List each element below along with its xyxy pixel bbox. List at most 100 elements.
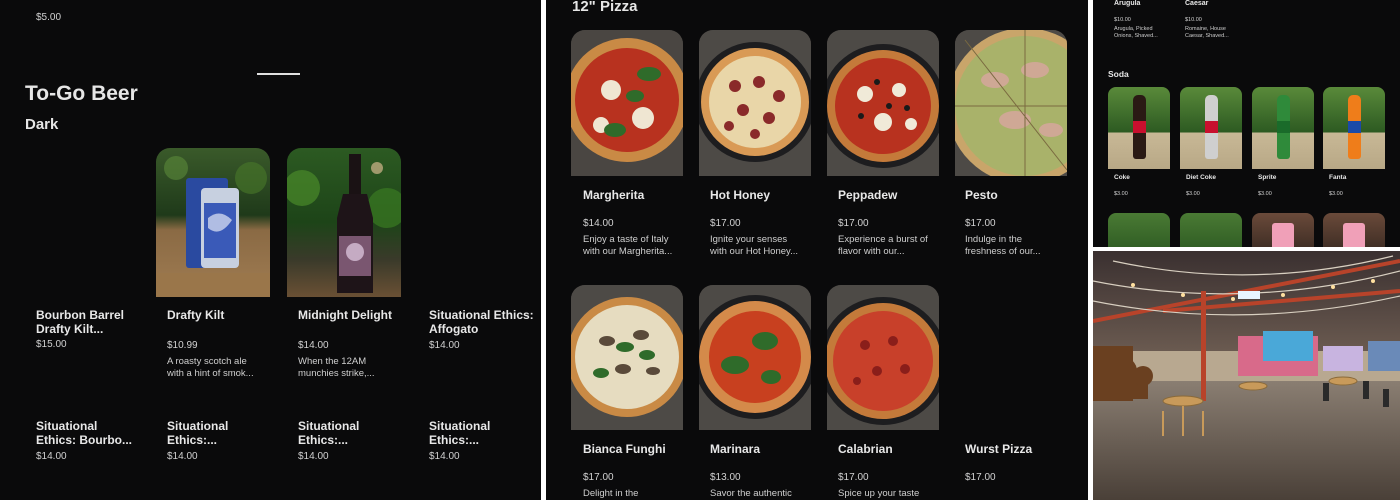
item-description: Spice up your taste [838, 488, 920, 499]
marinara-image[interactable] [699, 285, 811, 430]
item-name[interactable]: Midnight Delight [298, 308, 398, 322]
bottle-shape [1277, 95, 1290, 159]
soda-image-partial[interactable] [1180, 213, 1242, 247]
margherita-image[interactable] [571, 30, 683, 176]
item-description: Delight in the [583, 488, 639, 499]
item-name[interactable]: Situational Ethics: Bourbo... [36, 419, 136, 447]
pizza-photo [827, 285, 939, 430]
bottle-shape [1348, 95, 1361, 159]
item-name[interactable]: Situational Ethics:... [298, 419, 398, 447]
soda-image-0[interactable] [1108, 87, 1170, 169]
beer-can-photo [156, 156, 270, 297]
item-name[interactable]: Situational Ethics:... [167, 419, 267, 447]
item-price: $17.00 [583, 472, 614, 483]
item-name[interactable]: Pesto [965, 188, 998, 202]
item-description: Romaine, House Caesar, Shaved... [1185, 26, 1229, 39]
item-price: $14.00 [429, 451, 460, 462]
section-title: 12" Pizza [572, 0, 638, 15]
item-price: $14.00 [298, 340, 329, 351]
item-description: A roasty scotch ale with a hint of smok.… [167, 356, 254, 379]
pizza-photo [571, 285, 683, 430]
calabrian-image[interactable] [827, 285, 939, 430]
item-name[interactable]: Bourbon Barrel Drafty Kilt... [36, 308, 136, 336]
item-description: Arugula, Picked Onions, Shaved... [1114, 26, 1158, 39]
item-price: $14.00 [298, 451, 329, 462]
item-name[interactable]: Arugula [1114, 0, 1140, 8]
midnight-delight-image[interactable] [287, 148, 401, 297]
item-description: Indulge in the freshness of our... [965, 234, 1041, 257]
item-name[interactable]: Caesar [1185, 0, 1208, 8]
item-price: $17.00 [710, 218, 741, 229]
bianca-funghi-image[interactable] [571, 285, 683, 430]
item-price: $14.00 [167, 451, 198, 462]
soda-image-partial[interactable] [1323, 213, 1385, 247]
pesto-image[interactable] [955, 30, 1067, 176]
item-price: $3.00 [1329, 191, 1343, 197]
section-title: Soda [1108, 69, 1129, 79]
pizza-photo [827, 30, 939, 176]
bottle-label [1205, 121, 1218, 133]
item-description: Ignite your senses with our Hot Honey... [710, 234, 799, 257]
item-name[interactable]: Sprite [1258, 174, 1276, 182]
taproom-photo [1093, 251, 1400, 500]
item-name[interactable]: Peppadew [838, 188, 897, 202]
item-price: $10.99 [167, 340, 198, 351]
soda-image-partial[interactable] [1252, 213, 1314, 247]
item-price: $17.00 [965, 472, 996, 483]
item-price: $17.00 [838, 218, 869, 229]
item-price: $15.00 [36, 339, 67, 350]
item-name[interactable]: Wurst Pizza [965, 442, 1032, 456]
item-name[interactable]: Margherita [583, 188, 644, 202]
soda-image-partial[interactable] [1108, 213, 1170, 247]
bottle-shape [1205, 95, 1218, 159]
item-price: $14.00 [429, 340, 460, 351]
item-name[interactable]: Bianca Funghi [583, 442, 666, 456]
item-name[interactable]: Marinara [710, 442, 760, 456]
item-price: $3.00 [1114, 191, 1128, 197]
item-price: $17.00 [965, 218, 996, 229]
drafty-kilt-image[interactable] [156, 148, 270, 297]
beer-bottle-photo [287, 154, 401, 293]
peppadew-image[interactable] [827, 30, 939, 176]
soda-image-1[interactable] [1180, 87, 1242, 169]
item-name[interactable]: Hot Honey [710, 188, 770, 202]
bottle-label [1348, 121, 1361, 133]
item-price: $14.00 [36, 451, 67, 462]
item-description: Enjoy a taste of Italy with our Margheri… [583, 234, 673, 257]
item-price: $10.00 [1114, 17, 1131, 23]
section-title: To-Go Beer [25, 82, 138, 105]
item-name[interactable]: Drafty Kilt [167, 308, 267, 322]
pizza-photo [571, 30, 683, 176]
pizza-photo [699, 285, 811, 430]
item-description: When the 12AM munchies strike,... [298, 356, 375, 379]
item-price: $5.00 [36, 12, 62, 23]
interior-photo [1093, 251, 1400, 500]
item-price: $3.00 [1258, 191, 1272, 197]
item-description: Savor the authentic [710, 488, 792, 499]
pizza-photo [699, 30, 811, 176]
item-name[interactable]: Coke [1114, 174, 1130, 182]
item-name[interactable]: Situational Ethics: Affogato [429, 308, 537, 336]
item-price: $14.00 [583, 218, 614, 229]
bottle-label [1133, 121, 1146, 133]
soda-menu-panel: Arugula $10.00 Arugula, Picked Onions, S… [1093, 0, 1400, 247]
soda-image-3[interactable] [1323, 87, 1385, 169]
subsection-title: Dark [25, 116, 59, 133]
item-price: $3.00 [1186, 191, 1200, 197]
item-price: $10.00 [1185, 17, 1202, 23]
item-price: $17.00 [838, 472, 869, 483]
pizza-photo [955, 30, 1067, 176]
item-description: Experience a burst of flavor with our... [838, 234, 928, 257]
bottle-label [1277, 121, 1290, 133]
soda-image-2[interactable] [1252, 87, 1314, 169]
pizza-menu-panel: 12" Pizza Margherita $14.00 Enjoy a tast… [546, 0, 1088, 500]
section-divider [257, 73, 300, 75]
item-price: $13.00 [710, 472, 741, 483]
item-name[interactable]: Situational Ethics:... [429, 419, 529, 447]
item-name[interactable]: Diet Coke [1186, 174, 1216, 182]
item-name[interactable]: Fanta [1329, 174, 1346, 182]
hot-honey-image[interactable] [699, 30, 811, 176]
item-name[interactable]: Calabrian [838, 442, 893, 456]
beer-menu-panel: $5.00 To-Go Beer Dark Bourbon Barrel Dra… [0, 0, 541, 500]
bottle-shape [1133, 95, 1146, 159]
